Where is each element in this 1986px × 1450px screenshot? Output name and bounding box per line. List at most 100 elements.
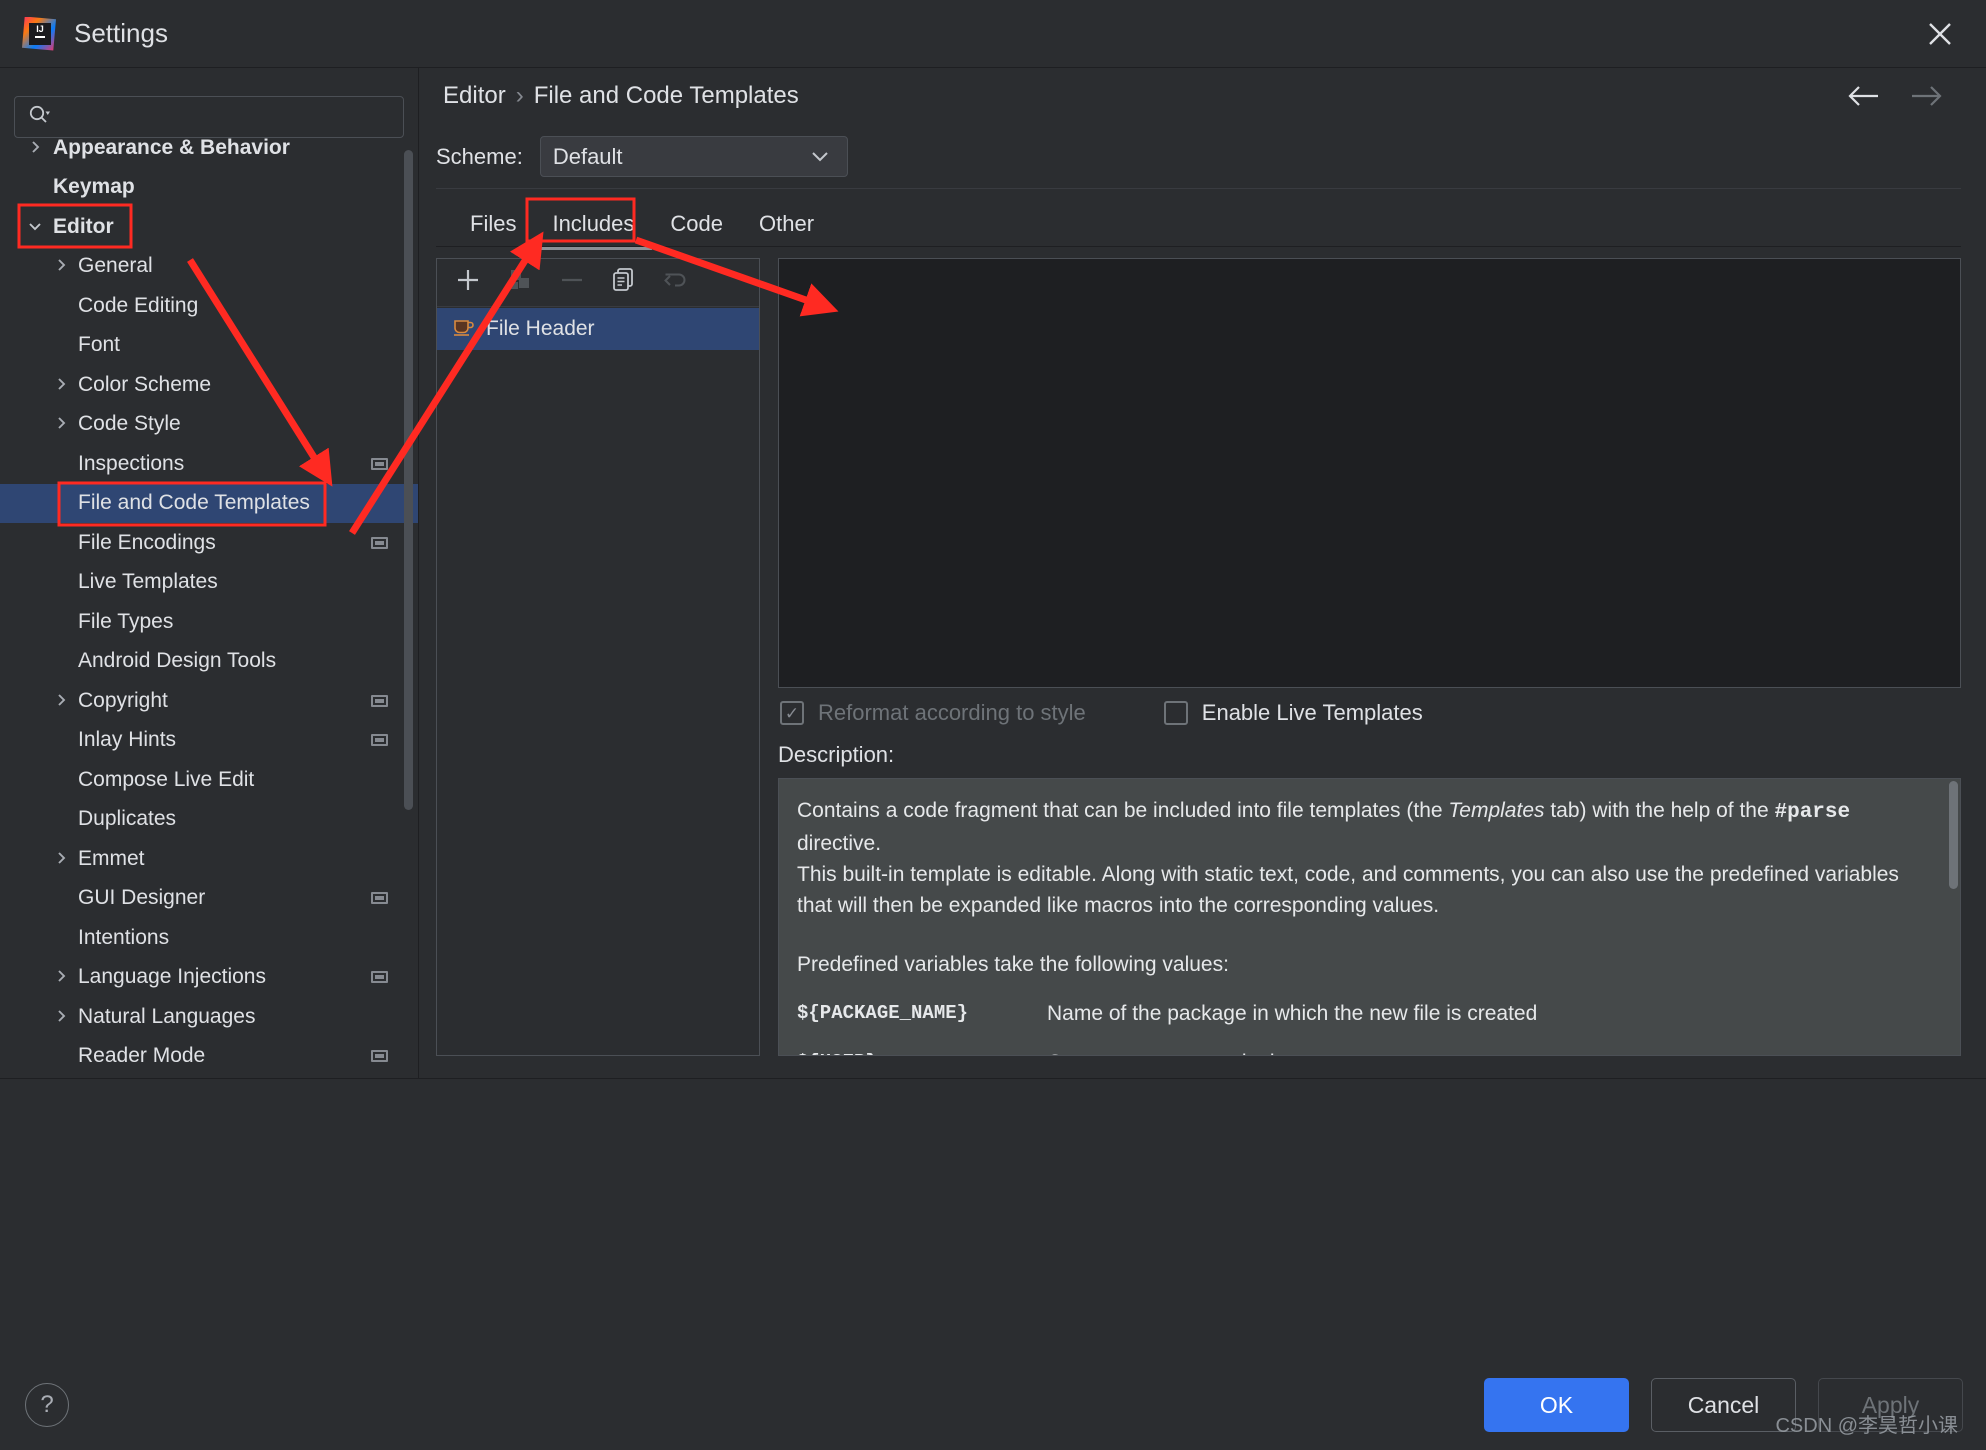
sidebar-item-copyright[interactable]: Copyright bbox=[0, 681, 418, 721]
chevron-right-icon[interactable] bbox=[48, 374, 74, 396]
sidebar-item-file-encodings[interactable]: File Encodings bbox=[0, 523, 418, 563]
scheme-dropdown[interactable]: Default bbox=[539, 136, 848, 177]
sidebar-item-intentions[interactable]: Intentions bbox=[0, 918, 418, 958]
description-p1-emphasis: Templates bbox=[1448, 799, 1545, 822]
project-level-setting-icon bbox=[371, 694, 388, 707]
sidebar-item-keymap[interactable]: Keymap bbox=[0, 168, 418, 208]
copy-icon bbox=[609, 265, 639, 300]
description-p1-code: #parse bbox=[1774, 801, 1851, 824]
help-button[interactable]: ? bbox=[25, 1383, 69, 1427]
sidebar-item-label: Keymap bbox=[53, 175, 135, 199]
sidebar-item-label: Copyright bbox=[78, 688, 168, 712]
checkbox-label: Reformat according to style bbox=[818, 700, 1086, 725]
window-title: Settings bbox=[74, 18, 168, 48]
chevron-right-icon[interactable] bbox=[22, 137, 48, 159]
arrow-right-icon[interactable] bbox=[1906, 82, 1946, 115]
sidebar-item-label: Reader Mode bbox=[78, 1044, 206, 1068]
ok-button[interactable]: OK bbox=[1484, 1378, 1629, 1432]
cancel-button[interactable]: Cancel bbox=[1651, 1378, 1796, 1432]
tab-files[interactable]: Files bbox=[452, 202, 534, 246]
breadcrumb: Editor › File and Code Templates bbox=[443, 82, 799, 110]
sidebar-item-inspections[interactable]: Inspections bbox=[0, 444, 418, 484]
sidebar-item-code-style[interactable]: Code Style bbox=[0, 405, 418, 445]
scheme-value: Default bbox=[552, 143, 623, 169]
sidebar-item-general[interactable]: General bbox=[0, 247, 418, 287]
sidebar-item-duplicates[interactable]: Duplicates bbox=[0, 800, 418, 840]
sidebar-item-color-scheme[interactable]: Color Scheme bbox=[0, 365, 418, 405]
sidebar-item-natural-languages[interactable]: Natural Languages bbox=[0, 997, 418, 1037]
sidebar-item-label: Intentions bbox=[78, 925, 170, 949]
sidebar-item-label: Live Templates bbox=[78, 570, 218, 594]
sidebar-item-reader-mode[interactable]: Reader Mode bbox=[0, 1037, 418, 1077]
description-p1-post: directive. bbox=[797, 832, 882, 855]
chevron-right-icon[interactable] bbox=[48, 848, 74, 870]
description-p1-pre: Contains a code fragment that can be inc… bbox=[797, 799, 1449, 822]
description-variable-meaning: Current user system login name bbox=[1047, 1047, 1345, 1055]
tabs-underline bbox=[436, 246, 1961, 247]
sidebar-item-compose-live-edit[interactable]: Compose Live Edit bbox=[0, 760, 418, 800]
page-title: File and Code Templates bbox=[533, 82, 799, 109]
description-variable-row: ${USER}Current user system login name bbox=[797, 1047, 1938, 1055]
arrow-left-icon[interactable] bbox=[1844, 82, 1884, 115]
sidebar-item-label: General bbox=[78, 254, 153, 278]
sidebar-item-font[interactable]: Font bbox=[0, 326, 418, 366]
checkbox-label: Enable Live Templates bbox=[1201, 700, 1423, 725]
sidebar-item-code-editing[interactable]: Code Editing bbox=[0, 286, 418, 326]
sidebar-item-label: File and Code Templates bbox=[78, 491, 310, 515]
list-item[interactable]: File Header bbox=[437, 308, 759, 350]
breadcrumb-separator: › bbox=[515, 82, 524, 109]
project-level-setting-icon bbox=[371, 892, 388, 905]
sidebar-item-language-injections[interactable]: Language Injections bbox=[0, 958, 418, 998]
project-level-setting-icon bbox=[371, 734, 388, 747]
chevron-down-icon[interactable] bbox=[22, 216, 48, 238]
breadcrumb-root[interactable]: Editor bbox=[443, 82, 506, 109]
sidebar-item-file-types[interactable]: File Types bbox=[0, 602, 418, 642]
chevron-down-icon bbox=[809, 148, 831, 171]
scheme-label: Scheme: bbox=[436, 143, 523, 169]
sidebar-item-inlay-hints[interactable]: Inlay Hints bbox=[0, 721, 418, 761]
sidebar-item-label: Language Injections bbox=[78, 965, 266, 989]
chevron-right-icon[interactable] bbox=[48, 255, 74, 277]
add-template-button[interactable] bbox=[449, 264, 487, 302]
reset-template-button bbox=[657, 264, 695, 302]
sidebar-item-label: Compose Live Edit bbox=[78, 767, 255, 791]
checkbox-enable-live-templates[interactable]: Enable Live Templates bbox=[1163, 700, 1423, 726]
sidebar-item-label: Inspections bbox=[78, 451, 185, 475]
sidebar-item-android-design-tools[interactable]: Android Design Tools bbox=[0, 642, 418, 682]
template-tabs[interactable]: Files Includes Code Other bbox=[452, 198, 832, 250]
sidebar-item-label: File Types bbox=[78, 609, 174, 633]
sidebar-divider bbox=[418, 68, 419, 1078]
puzzle-icon bbox=[505, 265, 535, 300]
template-editor[interactable] bbox=[778, 258, 1961, 688]
description-scrollbar[interactable] bbox=[1949, 781, 1958, 889]
sidebar-item-appearance-behavior[interactable]: Appearance & Behavior bbox=[0, 128, 418, 168]
sidebar-item-editor[interactable]: Editor bbox=[0, 207, 418, 247]
sidebar-scrollbar[interactable] bbox=[404, 150, 413, 810]
sidebar-item-label: Editor bbox=[53, 214, 114, 238]
close-icon[interactable] bbox=[1920, 14, 1960, 54]
plus-icon bbox=[453, 265, 483, 300]
chevron-right-icon[interactable] bbox=[48, 690, 74, 712]
project-level-setting-icon bbox=[371, 536, 388, 549]
sidebar-item-gui-designer[interactable]: GUI Designer bbox=[0, 879, 418, 919]
chevron-right-icon[interactable] bbox=[48, 413, 74, 435]
tab-includes[interactable]: Includes bbox=[534, 202, 653, 250]
sidebar-item-label: Font bbox=[78, 333, 121, 357]
template-list[interactable]: File Header bbox=[437, 307, 759, 350]
chevron-right-icon[interactable] bbox=[48, 1006, 74, 1028]
copy-template-button[interactable] bbox=[605, 264, 643, 302]
description-variable-name: ${USER} bbox=[797, 1047, 1047, 1055]
sidebar-item-live-templates[interactable]: Live Templates bbox=[0, 563, 418, 603]
settings-tree[interactable]: Appearance & Behavior Keymap Editor General… bbox=[0, 128, 418, 1076]
sidebar-item-emmet[interactable]: Emmet bbox=[0, 839, 418, 879]
description-box: Contains a code fragment that can be inc… bbox=[778, 778, 1961, 1056]
template-list-toolbar bbox=[437, 259, 759, 307]
sidebar-item-label: Appearance & Behavior bbox=[53, 135, 290, 159]
tab-code[interactable]: Code bbox=[652, 202, 741, 246]
tab-other[interactable]: Other bbox=[741, 202, 832, 246]
description-variable-row: ${PACKAGE_NAME} Name of the package in wh… bbox=[797, 998, 1938, 1029]
search-input[interactable] bbox=[59, 106, 379, 128]
sidebar-item-label: Emmet bbox=[78, 846, 145, 870]
chevron-right-icon[interactable] bbox=[48, 966, 74, 988]
sidebar-item-file-and-code-templates[interactable]: File and Code Templates bbox=[0, 483, 418, 523]
